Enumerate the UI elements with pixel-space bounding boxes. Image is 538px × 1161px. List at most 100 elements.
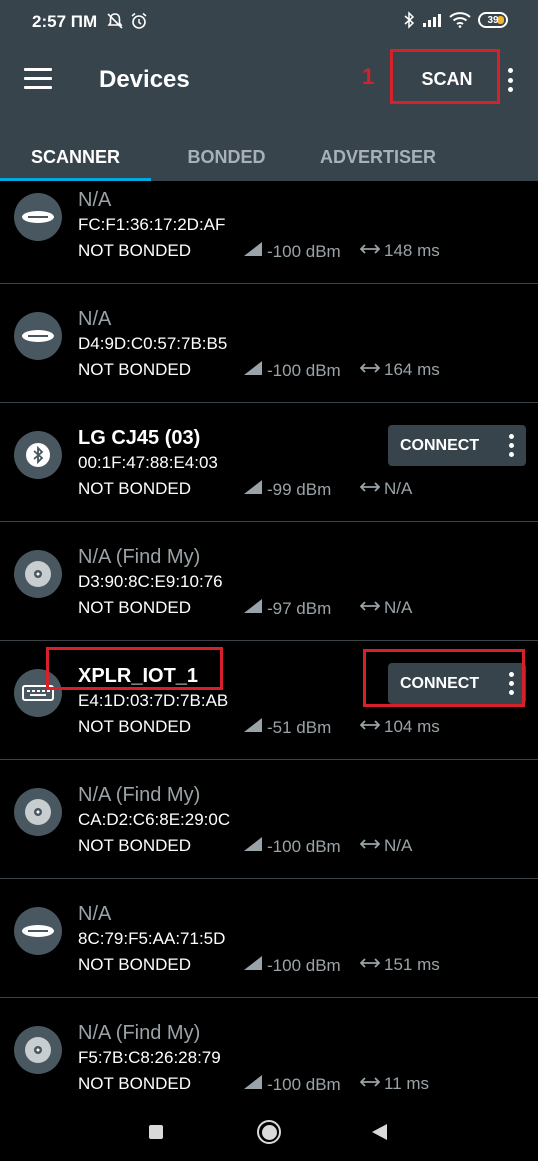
interval-text: N/A [384, 479, 413, 498]
device-row[interactable]: N/A FC:F1:36:17:2D:AF NOT BONDED -100 dBm 14… [0, 165, 538, 284]
interval-arrows-icon [359, 717, 381, 737]
device-name: N/A (Find My) [78, 1022, 201, 1044]
battery-icon: 39 [478, 12, 508, 28]
rssi-value: -99 dBm [243, 479, 331, 500]
bond-status: NOT BONDED [78, 836, 192, 855]
signal-strength-icon [243, 360, 263, 381]
interval-arrows-icon [359, 598, 381, 618]
samsung-icon [14, 907, 62, 955]
interval-text: 148 ms [384, 241, 440, 260]
device-mac: D3:90:8C:E9:10:76 [78, 572, 223, 591]
device-row[interactable]: N/A D4:9D:C0:57:7B:B5 NOT BONDED -100 dBm 16… [0, 284, 538, 403]
interval-arrows-icon [359, 360, 381, 380]
signal-strength-icon [243, 241, 263, 262]
interval-arrows-icon [359, 1074, 381, 1094]
device-name: N/A (Find My) [78, 784, 201, 806]
device-name: N/A [78, 189, 112, 211]
rssi-value: -100 dBm [243, 836, 341, 857]
rssi-text: -99 dBm [267, 479, 332, 499]
bond-status: NOT BONDED [78, 955, 192, 974]
bluetooth-icon [404, 11, 415, 29]
interval-value: 148 ms [359, 241, 440, 261]
bond-status: NOT BONDED [78, 479, 192, 498]
rssi-value: -51 dBm [243, 717, 331, 738]
status-time: 2:57 ПМ [32, 12, 98, 31]
signal-strength-icon [243, 955, 263, 976]
bond-status: NOT BONDED [78, 1074, 192, 1093]
device-mac: D4:9D:C0:57:7B:B5 [78, 334, 228, 353]
recents-button[interactable] [149, 1125, 163, 1139]
device-row[interactable]: N/A (Find My) F5:7B:C8:26:28:79 NOT BONDED… [0, 998, 538, 1117]
signal-strength-icon [243, 836, 263, 857]
signal-strength-icon [243, 1074, 263, 1095]
bond-status: NOT BONDED [78, 717, 192, 736]
menu-icon[interactable] [24, 68, 52, 90]
page-title: Devices [99, 66, 190, 93]
wifi-icon [449, 12, 471, 28]
interval-value: N/A [359, 598, 413, 618]
device-row[interactable]: N/A (Find My) D3:90:8C:E9:10:76 NOT BONDED… [0, 522, 538, 641]
mute-icon [107, 13, 123, 29]
device-name-highlight-box [46, 647, 223, 690]
device-name: LG CJ45 (03) [78, 427, 201, 449]
interval-value: 164 ms [359, 360, 440, 380]
device-mac: 00:1F:47:88:E4:03 [78, 453, 218, 472]
device-name: N/A [78, 308, 112, 330]
bluetooth-icon [14, 431, 62, 479]
disc-icon [14, 1026, 62, 1074]
overflow-menu-icon[interactable] [505, 68, 515, 92]
rssi-value: -100 dBm [243, 241, 341, 262]
device-row[interactable]: N/A 8C:79:F5:AA:71:5D NOT BONDED -100 dBm 15… [0, 879, 538, 998]
interval-value: 11 ms [359, 1074, 429, 1094]
nav-bar [0, 1103, 538, 1161]
disc-icon [14, 550, 62, 598]
device-mac: E4:1D:03:7D:7B:AB [78, 691, 229, 710]
device-mac: CA:D2:C6:8E:29:0C [78, 810, 231, 829]
device-mac: 8C:79:F5:AA:71:5D [78, 929, 226, 948]
status-bar: 2:57 ПМ 39 [0, 0, 538, 40]
interval-value: N/A [359, 479, 413, 499]
rssi-text: -100 dBm [267, 1074, 341, 1094]
device-name: N/A (Find My) [78, 546, 201, 568]
back-button[interactable] [372, 1124, 387, 1140]
rssi-value: -100 dBm [243, 955, 341, 976]
annotation-number: 1 [362, 64, 375, 89]
rssi-text: -100 dBm [267, 955, 341, 975]
interval-text: N/A [384, 598, 413, 617]
disc-icon [14, 788, 62, 836]
home-button[interactable] [257, 1120, 281, 1144]
interval-arrows-icon [359, 241, 381, 261]
interval-arrows-icon [359, 479, 381, 499]
device-mac: FC:F1:36:17:2D:AF [78, 215, 226, 234]
app-bar: Devices 1 SCAN SCANNER BONDED ADVERTISER [0, 40, 538, 181]
connect-highlight-box [363, 649, 525, 707]
connect-button[interactable]: CONNECT [388, 425, 526, 466]
device-row[interactable]: LG CJ45 (03) 00:1F:47:88:E4:03 NOT BONDED -… [0, 403, 538, 522]
rssi-value: -97 dBm [243, 598, 331, 619]
signal-strength-icon [243, 717, 263, 738]
signal-strength-icon [243, 479, 263, 500]
samsung-icon [14, 193, 62, 241]
rssi-text: -97 dBm [267, 598, 332, 618]
rssi-text: -100 dBm [267, 360, 341, 380]
alarm-icon [131, 12, 147, 29]
interval-text: 151 ms [384, 955, 440, 974]
interval-value: N/A [359, 836, 413, 856]
device-mac: F5:7B:C8:26:28:79 [78, 1048, 221, 1067]
signal-icon [423, 14, 441, 27]
rssi-text: -51 dBm [267, 717, 332, 737]
interval-arrows-icon [359, 955, 381, 975]
interval-text: N/A [384, 836, 413, 855]
bond-status: NOT BONDED [78, 241, 192, 260]
device-overflow-icon[interactable] [508, 434, 514, 457]
connect-label: CONNECT [400, 436, 480, 454]
interval-value: 104 ms [359, 717, 440, 737]
interval-arrows-icon [359, 836, 381, 856]
signal-strength-icon [243, 598, 263, 619]
device-name: N/A [78, 903, 112, 925]
device-row[interactable]: N/A (Find My) CA:D2:C6:8E:29:0C NOT BONDED… [0, 760, 538, 879]
scan-button[interactable]: SCAN [400, 66, 494, 92]
interval-text: 164 ms [384, 360, 440, 379]
samsung-icon [14, 312, 62, 360]
bond-status: NOT BONDED [78, 360, 192, 379]
